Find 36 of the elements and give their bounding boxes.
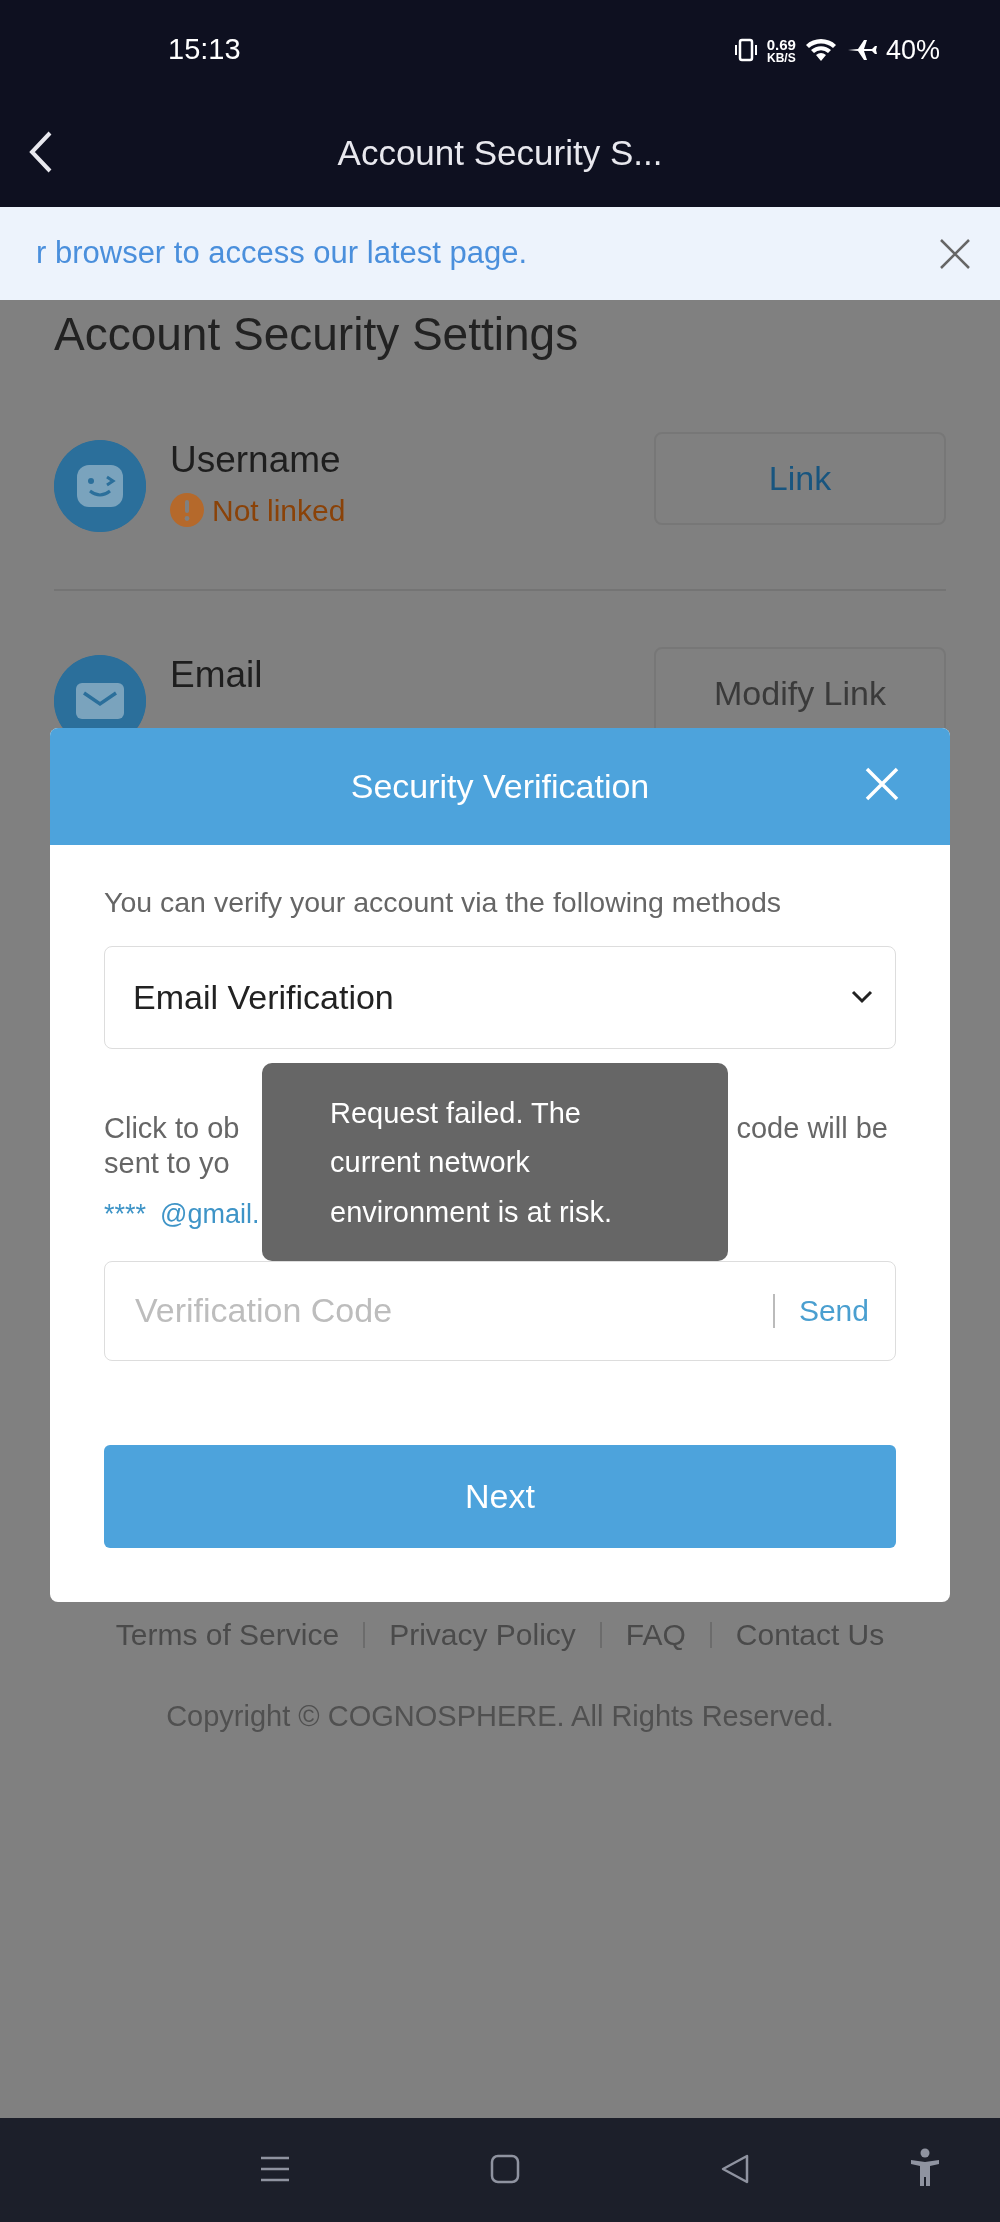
home-icon[interactable] <box>490 2154 520 2184</box>
battery-level: 40% <box>885 33 940 67</box>
back-icon[interactable] <box>720 2154 750 2184</box>
error-message: environment is at risk. <box>330 1194 614 1230</box>
account-name: Username <box>170 438 342 483</box>
network-speed: 0.69 <box>766 36 796 52</box>
speed-unit: KB/S <box>766 51 796 64</box>
face-icon <box>54 440 146 533</box>
link-status: Not linked <box>212 492 346 529</box>
warning-icon <box>170 493 204 528</box>
account-name: Email <box>170 652 264 697</box>
back-button[interactable] <box>28 130 54 174</box>
error-message: Request failed. The <box>330 1096 582 1131</box>
masked-email: **** <box>104 1198 147 1232</box>
error-message: current network <box>330 1145 531 1181</box>
vibrate-icon <box>732 37 759 63</box>
send-button[interactable]: Send <box>798 1288 869 1334</box>
time: 15:13 <box>168 32 241 68</box>
close-icon[interactable] <box>938 236 972 271</box>
masked-email: @gmail. <box>160 1198 260 1232</box>
chevron-down-icon <box>851 990 873 1005</box>
method-select[interactable]: Email Verification <box>104 945 896 1049</box>
code-input-field[interactable]: Verification Code Send <box>104 1260 896 1361</box>
page-heading: Account Security Settings <box>54 307 580 362</box>
update-banner-text: r browser to access our latest page. <box>36 234 528 273</box>
instruction-text: sent to yo <box>104 1145 230 1181</box>
instruction-text: Click to ob <box>104 1110 240 1146</box>
dialog-title: Security Verification <box>350 766 650 807</box>
header-title: Account Security S... <box>337 132 663 175</box>
accessibility-icon[interactable] <box>910 2148 940 2188</box>
link-button[interactable]: Link <box>654 432 946 526</box>
menu-icon[interactable] <box>260 2154 290 2184</box>
next-button[interactable]: Next <box>104 1444 896 1548</box>
instruction-text: code will be <box>736 1110 888 1146</box>
dialog-description: You can verify your account via the following methods <box>104 885 782 920</box>
close-icon[interactable] <box>864 766 900 802</box>
